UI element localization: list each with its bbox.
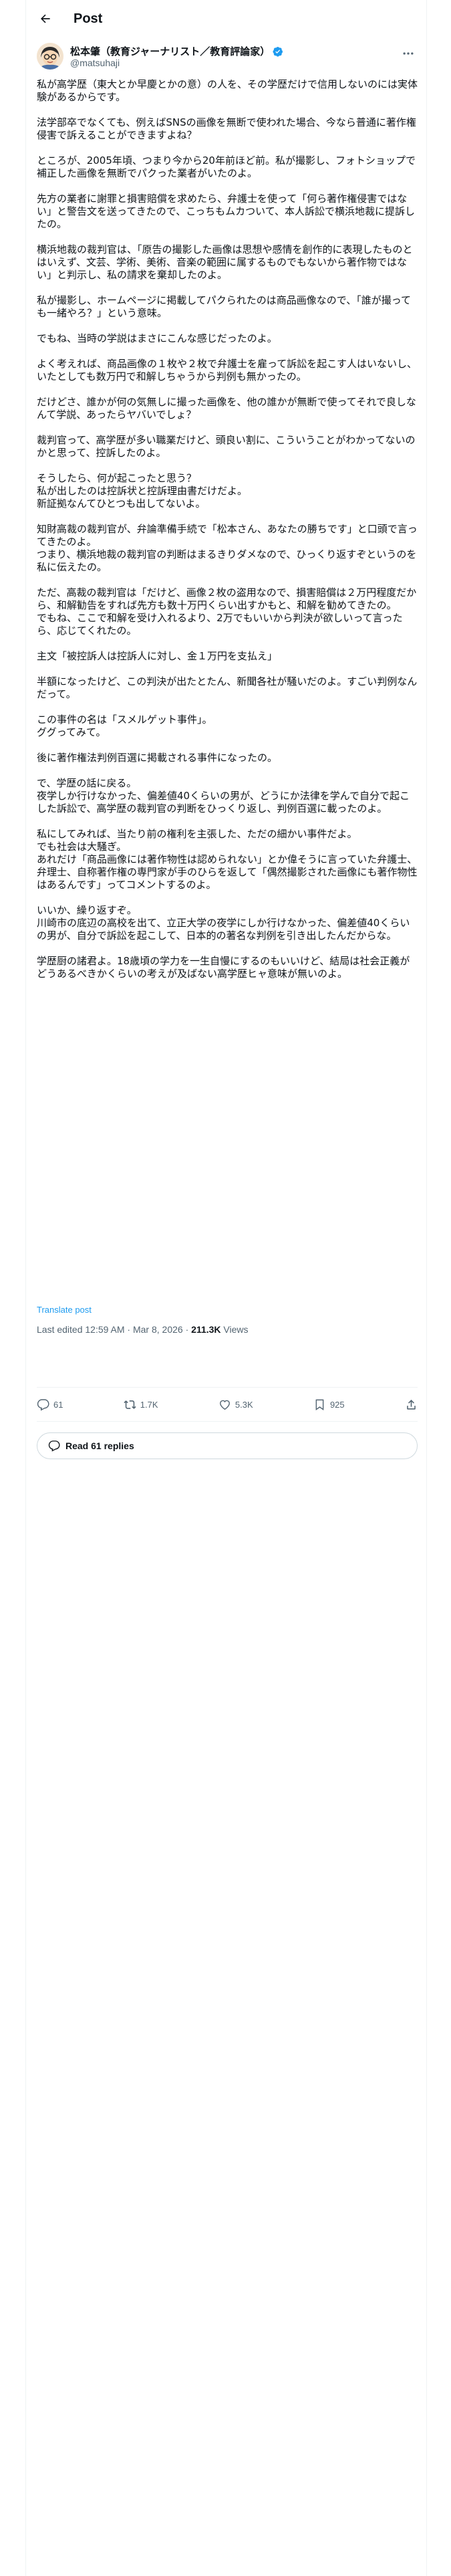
post-meta: Last edited 12:59 AM · Mar 8, 2026 · 211… [37, 1324, 249, 1335]
post-paragraph: で、学歴の話に戻る。 夜学しか行けなかった、偏差値40くらいの男が、どうにか法律… [37, 777, 410, 815]
more-options-button[interactable] [402, 47, 415, 63]
post-paragraph: 主文「被控訴人は控訴人に対し、金１万円を支払え」 [37, 650, 278, 662]
share-icon [407, 1399, 416, 1410]
repost-icon [124, 1400, 136, 1409]
post-paragraph: そうしたら、何が起こったと思う？ 私が出したのは控訴状と控訴理由書だけだよ。 新… [37, 472, 248, 510]
avatar[interactable] [37, 43, 63, 70]
reply-icon [48, 1440, 60, 1452]
back-arrow-icon [41, 14, 50, 23]
heart-icon [219, 1400, 230, 1410]
repost-count: 1.7K [140, 1399, 158, 1410]
page-title: Post [73, 11, 103, 26]
views-count: 211.3K [191, 1324, 221, 1335]
post-paragraph: ところが、2005年頃、つまり今から20年前ほど前。私が撮影し、フォトショップで… [37, 154, 416, 179]
post-paragraph: 知財高裁の裁判官が、弁論準備手続で「松本さん、あなたの勝ちです」と口頭で言ってき… [37, 523, 418, 573]
post-paragraph: 私が高学歴（東大とか早慶とかの意）の人を、その学歴だけで信用しないのには実体験が… [37, 78, 418, 103]
post-text: 私が高学歴（東大とか早慶とかの意）の人を、その学歴だけで信用しないのには実体験が… [37, 78, 418, 980]
post-paragraph: だけどさ、誰かが何の気無しに撮った画像を、他の誰かが無断で使ってそれで良しなんて… [37, 396, 416, 421]
post-paragraph: 先方の業者に謝罪と損害賠償を求めたら、弁護士を使って「何ら著作権侵害ではない」と… [37, 193, 415, 230]
verified-badge-icon [273, 46, 283, 57]
post-paragraph: 裁判官って、高学歴が多い職業だけど、頭良い割に、こういうことがわかってないのかと… [37, 434, 416, 459]
translate-post-link[interactable]: Translate post [37, 1305, 92, 1315]
repost-button[interactable]: 1.7K [124, 1398, 158, 1411]
views-label: Views [223, 1324, 249, 1335]
author-block: 松本肇（教育ジャーナリスト／教育評論家） @matsuhaji [37, 41, 418, 72]
back-button[interactable] [33, 7, 57, 31]
post-paragraph: ただ、高裁の裁判官は「だけど、画像２枚の盗用なので、損害賠償は２万円程度だから、… [37, 586, 417, 637]
post-paragraph: 私にしてみれば、当たり前の権利を主張した、ただの細かい事件だよ。 でも社会は大騒… [37, 828, 418, 891]
author-name[interactable]: 松本肇（教育ジャーナリスト／教育評論家） [70, 44, 283, 58]
post-paragraph: この事件の名は「スメルゲット事件」。 ググってみて。 [37, 714, 212, 738]
post-paragraph: 後に著作権法判例百選に掲載される事件になったの。 [37, 752, 278, 764]
reply-button[interactable]: 61 [37, 1398, 63, 1411]
divider [37, 1421, 418, 1422]
post-paragraph: 半額になったけど、この判決が出たとたん、新聞各社が騒いだのよ。すごい判例なんだっ… [37, 675, 418, 700]
read-replies-label: Read 61 replies [65, 1440, 134, 1451]
action-bar: 61 1.7K 5.3K 925 [37, 1391, 418, 1418]
post-paragraph: いいか、繰り返すぞ。 川崎市の底辺の高校を出て、立正大学の夜学にしか行けなかった… [37, 904, 410, 942]
post-paragraph: でもね、当時の学説はまさにこんな感じだったのよ。 [37, 332, 277, 344]
author-name-text: 松本肇（教育ジャーナリスト／教育評論家） [70, 45, 271, 58]
post-paragraph: よく考えれば、商品画像の１枚や２枚で弁護士を雇って訴訟を起こす人はいないし、いた… [37, 358, 417, 383]
divider [37, 1387, 418, 1388]
reply-icon [37, 1398, 49, 1411]
post-paragraph: 法学部卒でなくても、例えばSNSの画像を無断で使われた場合、今なら普通に著作権侵… [37, 116, 416, 141]
author-handle[interactable]: @matsuhaji [70, 58, 120, 68]
bookmark-button[interactable]: 925 [313, 1398, 345, 1411]
bookmark-count: 925 [329, 1399, 345, 1410]
post-paragraph: 学歴厨の諸君よ。18歳頃の学力を一生自慢にするのもいいけど、結局は社会正義がどう… [37, 955, 410, 980]
post-header: Post [25, 0, 426, 37]
like-count: 5.3K [235, 1399, 253, 1410]
post-timestamp[interactable]: Last edited 12:59 AM · Mar 8, 2026 [37, 1324, 183, 1335]
post-paragraph: 私が撮影し、ホームページに掲載してパクられたのは商品画像なので、「誰が撮っても一… [37, 294, 411, 319]
more-dots-icon [403, 52, 414, 55]
reply-count: 61 [53, 1399, 63, 1410]
bookmark-icon [315, 1399, 324, 1410]
like-button[interactable]: 5.3K [218, 1398, 253, 1411]
read-replies-button[interactable]: Read 61 replies [37, 1432, 418, 1459]
share-button[interactable] [405, 1398, 418, 1411]
post-paragraph: 横浜地裁の裁判官は、「原告の撮影した画像は思想や感情を創作的に表現したものとはい… [37, 243, 413, 281]
